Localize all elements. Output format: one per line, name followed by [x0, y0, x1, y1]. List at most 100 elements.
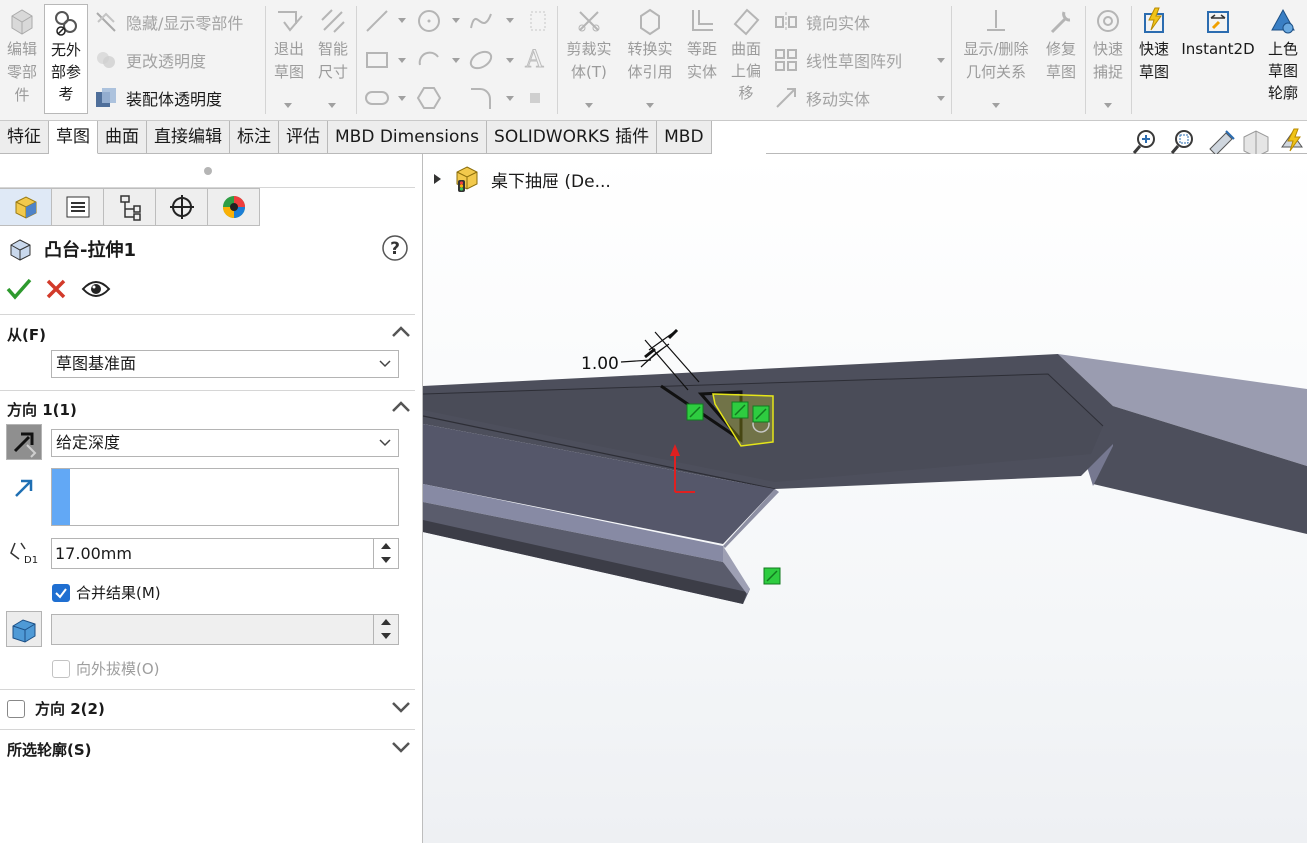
repair-sketch-button[interactable]: 修复 草图: [1040, 0, 1082, 84]
help-icon[interactable]: ?: [381, 234, 409, 262]
depth-input[interactable]: 17.00mm: [51, 538, 399, 569]
shaded-sketch-contours-button[interactable]: 上色 草图 轮廓: [1262, 0, 1304, 104]
tab-direct-editing[interactable]: 直接编辑: [147, 121, 230, 154]
text-icon[interactable]: A: [523, 45, 549, 71]
splitter-handle[interactable]: [204, 167, 212, 175]
convert-dropdown-arrow[interactable]: [646, 103, 654, 108]
draft-on-off-button[interactable]: [6, 611, 42, 647]
offset-entities-button[interactable]: 等距 实体: [682, 0, 722, 84]
fillet-dropdown-arrow[interactable]: [506, 96, 514, 101]
rectangle-icon[interactable]: [364, 47, 390, 73]
expand-chevron-icon[interactable]: [391, 741, 411, 753]
spin-down-button[interactable]: [374, 629, 398, 643]
arc-icon[interactable]: [416, 47, 442, 73]
tab-display-manager[interactable]: [208, 188, 260, 226]
exit-sketch-button[interactable]: 退出 草图: [268, 0, 310, 84]
relations-dropdown-arrow[interactable]: [992, 103, 1000, 108]
dynamic-annotation-icon[interactable]: [1281, 128, 1303, 152]
slot-dropdown-arrow[interactable]: [398, 96, 406, 101]
line-icon[interactable]: [364, 8, 390, 34]
preview-eye-icon[interactable]: [81, 277, 111, 301]
arc-dropdown-arrow[interactable]: [452, 58, 460, 63]
spline-icon[interactable]: [468, 8, 494, 34]
tab-mbd[interactable]: MBD: [657, 121, 712, 154]
trim-dropdown-arrow[interactable]: [585, 103, 593, 108]
merge-result-box[interactable]: [52, 583, 70, 602]
graphics-area[interactable]: 桌下抽屉 (De... 1.00: [423, 154, 1307, 843]
smart-dimension-button[interactable]: 智能 尺寸: [312, 0, 354, 84]
draft-outward-box[interactable]: [52, 659, 70, 678]
crosshair-icon: [169, 195, 194, 219]
slot-icon[interactable]: [364, 85, 390, 111]
spin-down-button[interactable]: [374, 553, 398, 567]
spline-dropdown-arrow[interactable]: [506, 18, 514, 23]
sketch-fillet-icon[interactable]: [525, 8, 551, 34]
pattern-dropdown-arrow[interactable]: [937, 58, 945, 63]
direction2-checkbox[interactable]: 方向 2(2): [7, 698, 105, 719]
tab-feature-list[interactable]: [52, 188, 104, 226]
previous-view-icon[interactable]: [1209, 130, 1235, 156]
hide-show-components-button[interactable]: 隐藏/显示零部件: [94, 10, 243, 34]
tab-surfaces[interactable]: 曲面: [98, 121, 147, 154]
exit-sketch-dropdown-arrow[interactable]: [284, 103, 292, 108]
tab-dimxpert-manager[interactable]: [156, 188, 208, 226]
zoom-to-area-icon[interactable]: [1170, 130, 1193, 154]
move-dropdown-arrow[interactable]: [937, 96, 945, 101]
collapse-chevron-icon[interactable]: [391, 326, 411, 338]
draft-outward-checkbox[interactable]: 向外拔模(O): [52, 658, 160, 679]
zoom-to-fit-icon[interactable]: [1132, 130, 1155, 154]
move-entities-button[interactable]: 移动实体: [774, 86, 870, 110]
line-dropdown-arrow[interactable]: [398, 18, 406, 23]
tab-property-manager[interactable]: [0, 188, 52, 226]
rectangle-dropdown-arrow[interactable]: [398, 58, 406, 63]
ellipse-icon[interactable]: [468, 47, 494, 73]
ellipse-dropdown-arrow[interactable]: [506, 58, 514, 63]
model-viewport[interactable]: 1.00: [423, 154, 1307, 843]
from-select[interactable]: 草图基准面: [51, 350, 399, 378]
reverse-direction-button[interactable]: [6, 424, 42, 460]
dimension-value-label[interactable]: 1.00: [581, 354, 619, 374]
no-external-references-button[interactable]: 无外 部参 考: [44, 4, 88, 114]
draft-angle-input[interactable]: [51, 614, 399, 645]
quick-snaps-button[interactable]: 快速 捕捉: [1087, 0, 1129, 84]
rapid-sketch-button[interactable]: 快速 草图: [1133, 0, 1175, 84]
linear-sketch-pattern-button[interactable]: 线性草图阵列: [774, 48, 902, 72]
circle-icon[interactable]: [416, 8, 442, 34]
tab-features[interactable]: 特征: [0, 121, 49, 154]
smart-dimension-dropdown-arrow[interactable]: [328, 103, 336, 108]
direction2-box[interactable]: [7, 699, 25, 718]
expand-chevron-icon[interactable]: [391, 701, 411, 713]
spin-up-button[interactable]: [374, 615, 398, 629]
trim-entities-button[interactable]: 剪裁实 体(T): [560, 0, 618, 84]
from-section-header[interactable]: 从(F): [7, 324, 46, 345]
direction-reference-list[interactable]: [51, 468, 399, 526]
fillet-icon[interactable]: [468, 85, 494, 111]
merge-result-checkbox[interactable]: 合并结果(M): [52, 582, 161, 603]
polygon-icon[interactable]: [416, 85, 442, 111]
selected-contours-header[interactable]: 所选轮廓(S): [7, 739, 92, 760]
instant2d-button[interactable]: Instant2D: [1178, 0, 1258, 61]
tab-configuration-manager[interactable]: [104, 188, 156, 226]
cancel-x-icon[interactable]: [45, 278, 67, 300]
ok-checkmark-icon[interactable]: [6, 277, 32, 301]
assembly-transparency-button[interactable]: 装配体透明度: [94, 86, 222, 110]
circle-dropdown-arrow[interactable]: [452, 18, 460, 23]
mirror-entities-button[interactable]: 镜向实体: [774, 10, 870, 34]
collapse-chevron-icon[interactable]: [391, 401, 411, 413]
panel-splitter-bar[interactable]: [0, 154, 415, 188]
tab-markup[interactable]: 标注: [230, 121, 279, 154]
edit-part-button[interactable]: 编辑 零部 件: [2, 0, 42, 107]
tab-mbd-dimensions[interactable]: MBD Dimensions: [328, 121, 488, 154]
tab-solidworks-addins[interactable]: SOLIDWORKS 插件: [487, 121, 658, 154]
tab-evaluate[interactable]: 评估: [279, 121, 328, 154]
convert-entities-button[interactable]: 转换实 体引用: [621, 0, 679, 84]
display-delete-relations-button[interactable]: 显示/删除 几何关系: [955, 0, 1037, 84]
end-condition-select[interactable]: 给定深度: [51, 429, 399, 457]
change-transparency-button[interactable]: 更改透明度: [94, 48, 206, 72]
quick-snaps-dropdown-arrow[interactable]: [1104, 103, 1112, 108]
point-icon[interactable]: [527, 90, 543, 106]
offset-on-surface-button[interactable]: 曲面 上偏 移: [725, 0, 767, 104]
spin-up-button[interactable]: [374, 539, 398, 553]
direction1-section-header[interactable]: 方向 1(1): [7, 399, 77, 420]
tab-sketch[interactable]: 草图: [49, 121, 98, 154]
